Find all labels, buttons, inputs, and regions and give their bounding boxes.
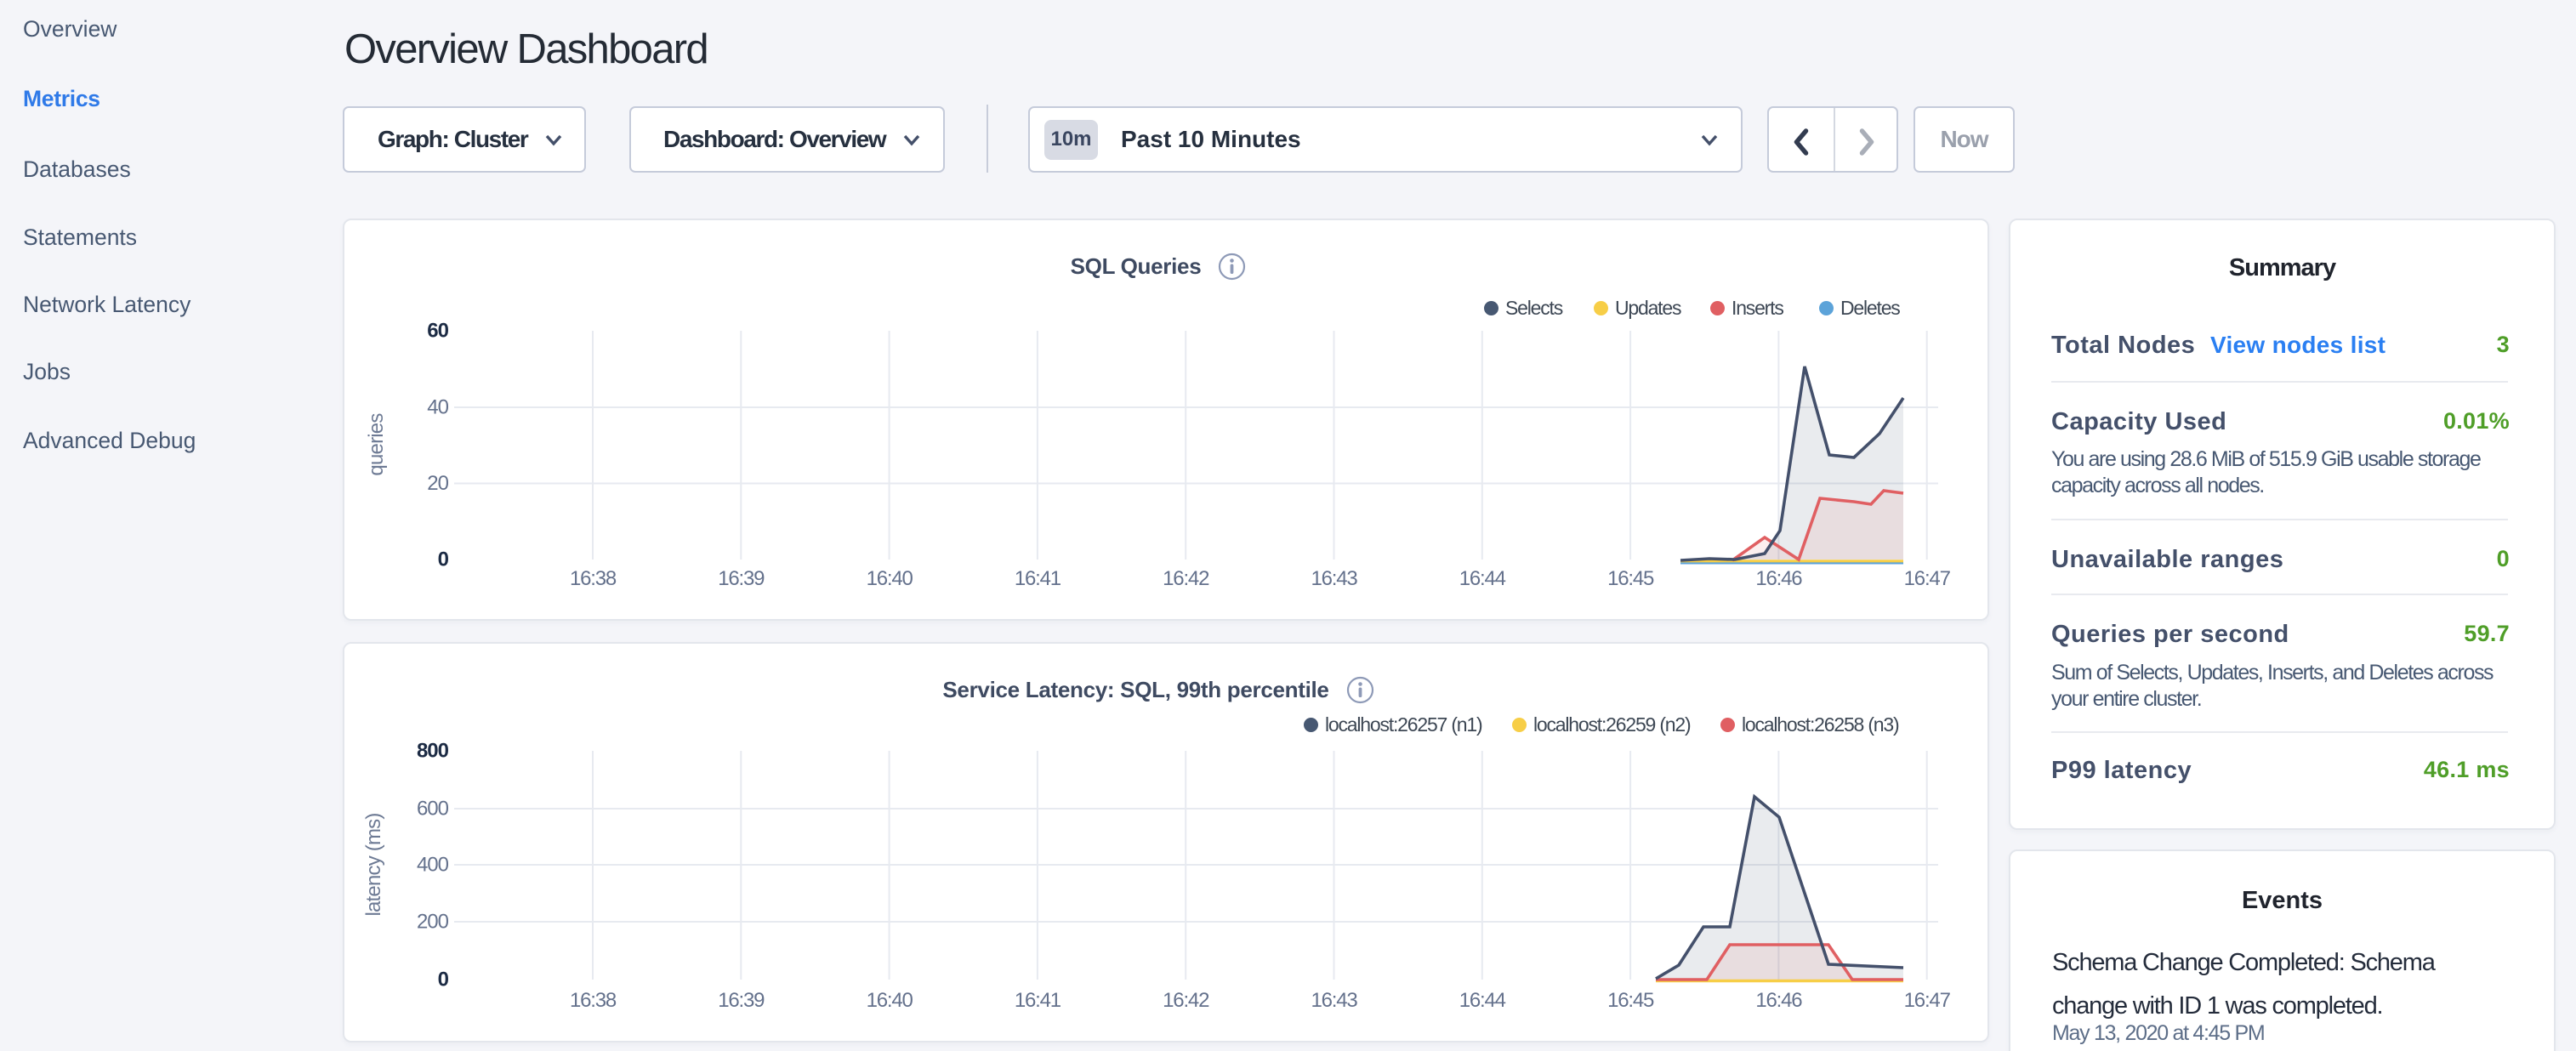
svg-text:16:44: 16:44 — [1459, 989, 1506, 1012]
svg-text:16:47: 16:47 — [1904, 989, 1951, 1012]
svg-text:16:44: 16:44 — [1459, 567, 1506, 590]
svg-text:16:45: 16:45 — [1607, 989, 1654, 1012]
svg-text:600: 600 — [417, 798, 449, 821]
svg-text:16:40: 16:40 — [867, 567, 913, 590]
svg-text:16:39: 16:39 — [718, 567, 765, 590]
svg-text:60: 60 — [427, 320, 448, 343]
svg-text:40: 40 — [427, 396, 448, 419]
svg-text:20: 20 — [427, 472, 448, 495]
svg-text:16:39: 16:39 — [718, 989, 765, 1012]
svg-text:16:42: 16:42 — [1163, 567, 1209, 590]
svg-text:16:46: 16:46 — [1755, 989, 1802, 1012]
svg-text:16:43: 16:43 — [1311, 989, 1357, 1012]
svg-text:200: 200 — [417, 911, 449, 934]
svg-text:800: 800 — [417, 740, 449, 763]
svg-text:16:41: 16:41 — [1015, 989, 1061, 1012]
svg-text:16:47: 16:47 — [1904, 567, 1951, 590]
svg-text:queries: queries — [365, 413, 388, 476]
svg-text:0: 0 — [438, 969, 449, 991]
svg-text:16:43: 16:43 — [1311, 567, 1357, 590]
svg-text:16:38: 16:38 — [570, 989, 617, 1012]
svg-text:16:40: 16:40 — [867, 989, 913, 1012]
svg-text:400: 400 — [417, 854, 449, 877]
svg-text:16:46: 16:46 — [1755, 567, 1802, 590]
svg-text:16:38: 16:38 — [570, 567, 617, 590]
svg-text:0: 0 — [438, 548, 449, 571]
svg-text:16:45: 16:45 — [1607, 567, 1654, 590]
svg-text:latency (ms): latency (ms) — [362, 813, 385, 916]
svg-text:16:41: 16:41 — [1015, 567, 1061, 590]
svg-text:16:42: 16:42 — [1163, 989, 1209, 1012]
